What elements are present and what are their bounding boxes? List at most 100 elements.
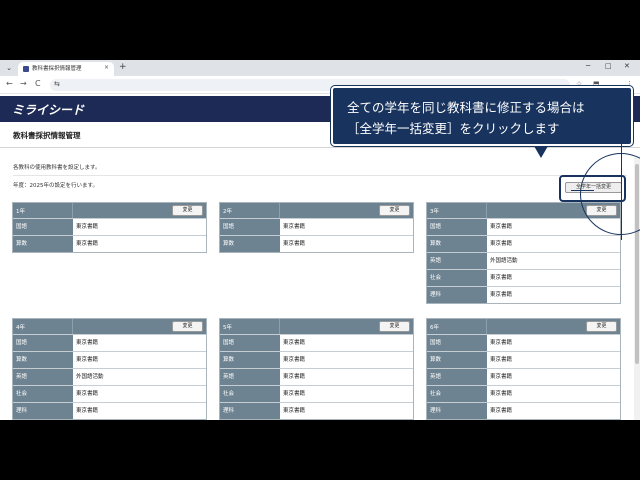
subject-row: 理科 東京書籍 <box>427 402 620 419</box>
subject-label: 理科 <box>220 403 280 419</box>
subject-label: 国語 <box>427 335 487 351</box>
subject-row: 英語 外国語活動 <box>13 368 206 385</box>
active-tab[interactable]: 教科書採択情報管理 × <box>18 62 114 76</box>
subject-label: 英語 <box>427 369 487 385</box>
textbook-value: 東京書籍 <box>283 340 306 346</box>
header-divider <box>279 319 280 334</box>
textbook-value: 東京書籍 <box>490 408 513 414</box>
tab-search-icon[interactable]: ⌄ <box>4 63 14 73</box>
textbook-value: 東京書籍 <box>490 357 513 363</box>
textbook-value: 東京書籍 <box>76 391 99 397</box>
subject-label: 英語 <box>13 369 73 385</box>
subject-row: 算数 東京書籍 <box>220 235 413 252</box>
subject-row: 算数 東京書籍 <box>220 351 413 368</box>
grade-label: 6年 <box>430 325 439 331</box>
change-button[interactable]: 変更 <box>172 321 203 332</box>
tab-strip: ⌄ 教科書採択情報管理 × + ─ □ ✕ <box>0 60 640 76</box>
subject-row: 社会 東京書籍 <box>427 269 620 286</box>
subject-label: 算数 <box>13 236 73 252</box>
change-button[interactable]: 変更 <box>379 205 410 216</box>
subject-row: 社会 東京書籍 <box>13 385 206 402</box>
subject-row: 英語 東京書籍 <box>427 368 620 385</box>
close-window-icon[interactable]: ✕ <box>624 62 630 70</box>
subject-row: 国語 東京書籍 <box>13 334 206 351</box>
textbook-value: 東京書籍 <box>76 224 99 230</box>
subject-row: 理科 東京書籍 <box>220 402 413 419</box>
textbook-value: 東京書籍 <box>490 340 513 346</box>
video-frame: ⌄ 教科書採択情報管理 × + ─ □ ✕ ← → C ⇆ ☆ ⬒ ⋮ ミライシ… <box>0 0 640 480</box>
grade-label: 3年 <box>430 209 439 215</box>
callout-pointer <box>534 146 548 158</box>
change-button[interactable]: 変更 <box>586 321 617 332</box>
textbook-value: 東京書籍 <box>283 408 306 414</box>
grade-panel-header: 1年 変更 <box>13 203 206 218</box>
subject-label: 算数 <box>220 352 280 368</box>
subject-row: 算数 東京書籍 <box>13 351 206 368</box>
grade-panel: 1年 変更 国語 東京書籍 算数 東京書籍 <box>12 202 207 253</box>
grade-panel: 2年 変更 国語 東京書籍 算数 東京書籍 <box>219 202 414 253</box>
grade-panel: 5年 変更 国語 東京書籍 算数 東京書籍 英語 東京書籍 社会 東京書籍 理科 東京書籍 <box>219 318 414 420</box>
minimize-icon[interactable]: ─ <box>586 62 590 70</box>
forward-icon[interactable]: → <box>20 79 27 88</box>
subject-label: 国語 <box>13 219 73 235</box>
subject-row: 国語 東京書籍 <box>13 218 206 235</box>
header-divider <box>486 319 487 334</box>
subject-row: 国語 東京書籍 <box>220 218 413 235</box>
focus-line-horizontal <box>571 190 594 191</box>
textbook-value: 東京書籍 <box>490 224 513 230</box>
year-notice: 年度：2025年の設定を行います。 <box>13 183 98 189</box>
textbook-value: 東京書籍 <box>490 374 513 380</box>
subject-row: 理科 東京書籍 <box>13 402 206 419</box>
favicon-icon <box>23 66 29 72</box>
subject-row: 国語 東京書籍 <box>220 334 413 351</box>
textbook-value: 東京書籍 <box>76 340 99 346</box>
subject-label: 算数 <box>427 352 487 368</box>
subject-row: 算数 東京書籍 <box>427 235 620 252</box>
back-icon[interactable]: ← <box>6 79 13 88</box>
textbook-value: 外国語活動 <box>76 374 104 380</box>
subject-label: 社会 <box>220 386 280 402</box>
subject-label: 社会 <box>427 386 487 402</box>
grade-label: 4年 <box>16 325 25 331</box>
change-button[interactable]: 変更 <box>379 321 410 332</box>
page-description: 各教科の使用教科書を設定します。 <box>13 165 101 171</box>
subject-label: 理科 <box>427 403 487 419</box>
tutorial-callout: 全ての学年を同じ教科書に修正する場合は ［全学年一括変更］をクリックします <box>331 86 633 146</box>
textbook-value: 東京書籍 <box>283 224 306 230</box>
textbook-value: 東京書籍 <box>283 391 306 397</box>
textbook-value: 外国語活動 <box>490 258 518 264</box>
textbook-value: 東京書籍 <box>283 241 306 247</box>
close-tab-icon[interactable]: × <box>104 64 109 71</box>
textbook-value: 東京書籍 <box>490 275 513 281</box>
grade-panel: 4年 変更 国語 東京書籍 算数 東京書籍 英語 外国語活動 社会 東京書籍 理科 東京書籍 <box>12 318 207 420</box>
textbook-value: 東京書籍 <box>490 292 513 298</box>
grade-panel-header: 4年 変更 <box>13 319 206 334</box>
callout-line-2: ［全学年一括変更］をクリックします <box>347 121 560 136</box>
subject-row: 国語 東京書籍 <box>427 334 620 351</box>
grade-label: 1年 <box>16 209 25 215</box>
header-divider <box>486 203 487 218</box>
subject-label: 算数 <box>13 352 73 368</box>
subject-label: 英語 <box>427 253 487 269</box>
header-divider <box>72 319 73 334</box>
subject-label: 英語 <box>220 369 280 385</box>
grade-panel-header: 2年 変更 <box>220 203 413 218</box>
site-info-icon[interactable]: ⇆ <box>54 80 60 88</box>
subject-label: 社会 <box>13 386 73 402</box>
subject-label: 算数 <box>427 236 487 252</box>
grade-panel: 6年 変更 国語 東京書籍 算数 東京書籍 英語 東京書籍 社会 東京書籍 理科 東京書籍 <box>426 318 621 420</box>
change-button[interactable]: 変更 <box>172 205 203 216</box>
subject-row: 算数 東京書籍 <box>13 235 206 252</box>
tab-title: 教科書採択情報管理 <box>32 66 82 72</box>
subject-label: 国語 <box>13 335 73 351</box>
textbook-value: 東京書籍 <box>283 357 306 363</box>
subject-row: 算数 東京書籍 <box>427 351 620 368</box>
subject-label: 算数 <box>220 236 280 252</box>
subject-label: 国語 <box>220 335 280 351</box>
subject-row: 英語 外国語活動 <box>427 252 620 269</box>
description-divider <box>13 175 627 176</box>
reload-icon[interactable]: C <box>35 79 41 88</box>
maximize-icon[interactable]: □ <box>605 62 612 70</box>
subject-row: 理科 東京書籍 <box>427 286 620 303</box>
new-tab-button[interactable]: + <box>119 62 127 73</box>
